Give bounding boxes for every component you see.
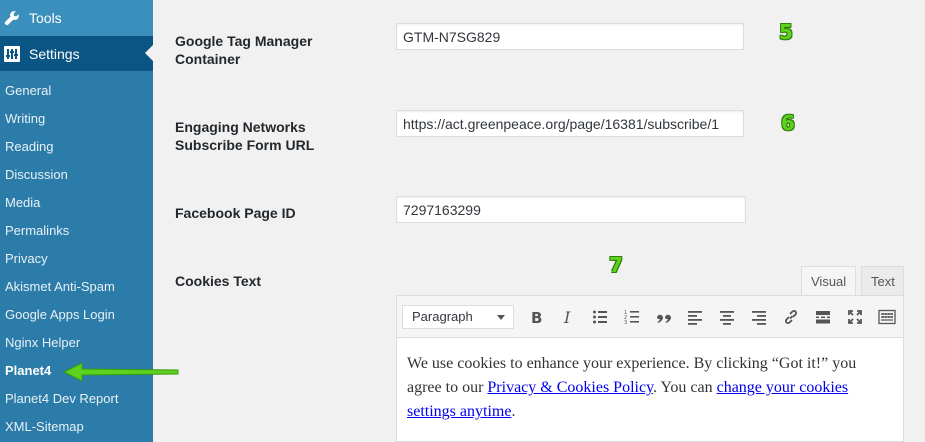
align-right-icon[interactable] xyxy=(743,302,775,332)
submenu-item-writing[interactable]: Writing xyxy=(0,105,153,133)
annotation-badge-5: 5 xyxy=(779,20,793,44)
submenu-item-akismet[interactable]: Akismet Anti-Spam xyxy=(0,273,153,301)
settings-submenu: General Writing Reading Discussion Media… xyxy=(0,77,153,441)
cookies-text-editor[interactable]: We use cookies to enhance your experienc… xyxy=(396,338,904,442)
wrench-icon xyxy=(4,10,20,26)
svg-text:I: I xyxy=(563,309,571,325)
current-menu-arrow xyxy=(145,45,153,61)
menu-settings[interactable]: Settings xyxy=(0,36,153,71)
submenu-item-planet4-dev-report[interactable]: Planet4 Dev Report xyxy=(0,385,153,413)
annotation-badge-6: 6 xyxy=(781,111,795,135)
editor-text-segment: . You can xyxy=(653,379,717,396)
cookies-text-label: Cookies Text xyxy=(175,273,262,289)
menu-tools-label: Tools xyxy=(29,10,62,26)
toolbar-toggle-icon[interactable] xyxy=(871,302,903,332)
annotation-arrow-icon xyxy=(62,362,179,382)
format-select-value: Paragraph xyxy=(412,309,473,324)
blockquote-icon[interactable] xyxy=(648,302,680,332)
submenu-item-permalinks[interactable]: Permalinks xyxy=(0,217,153,245)
read-more-icon[interactable] xyxy=(807,302,839,332)
submenu-item-xml-sitemap[interactable]: XML-Sitemap xyxy=(0,413,153,441)
fullscreen-icon[interactable] xyxy=(839,302,871,332)
tab-text[interactable]: Text xyxy=(861,266,904,295)
svg-text:B: B xyxy=(531,309,542,325)
submenu-item-media[interactable]: Media xyxy=(0,189,153,217)
submenu-item-general[interactable]: General xyxy=(0,77,153,105)
format-select[interactable]: Paragraph xyxy=(402,304,514,329)
facebook-page-id-label: Facebook Page ID xyxy=(175,205,296,221)
link-icon[interactable] xyxy=(775,302,807,332)
bullet-list-icon[interactable] xyxy=(584,302,616,332)
gtm-container-input[interactable] xyxy=(396,23,744,50)
align-center-icon[interactable] xyxy=(711,302,743,332)
annotation-badge-7: 7 xyxy=(609,253,623,277)
svg-text:3: 3 xyxy=(624,320,627,325)
en-subscribe-url-input[interactable] xyxy=(396,110,744,137)
settings-sliders-icon xyxy=(4,45,20,62)
en-subscribe-url-label: Engaging Networks Subscribe Form URL xyxy=(175,119,315,153)
editor-text-segment: . xyxy=(511,403,516,420)
italic-icon[interactable]: I xyxy=(552,302,584,332)
submenu-item-google-apps-login[interactable]: Google Apps Login xyxy=(0,301,153,329)
menu-settings-label: Settings xyxy=(29,45,80,62)
chevron-down-icon xyxy=(496,314,505,320)
privacy-policy-link[interactable]: Privacy & Cookies Policy xyxy=(487,379,653,396)
submenu-item-privacy[interactable]: Privacy xyxy=(0,245,153,273)
submenu-item-discussion[interactable]: Discussion xyxy=(0,161,153,189)
numbered-list-icon[interactable]: 1 2 3 xyxy=(616,302,648,332)
facebook-page-id-input[interactable] xyxy=(396,196,746,223)
bold-icon[interactable]: B xyxy=(520,302,552,332)
align-left-icon[interactable] xyxy=(679,302,711,332)
editor-toolbar: Paragraph B I 1 2 3 xyxy=(396,295,904,338)
gtm-container-label: Google Tag Manager Container xyxy=(175,33,313,67)
submenu-item-reading[interactable]: Reading xyxy=(0,133,153,161)
menu-tools[interactable]: Tools xyxy=(0,0,153,36)
submenu-item-nginx-helper[interactable]: Nginx Helper xyxy=(0,329,153,357)
tab-visual[interactable]: Visual xyxy=(801,266,856,295)
